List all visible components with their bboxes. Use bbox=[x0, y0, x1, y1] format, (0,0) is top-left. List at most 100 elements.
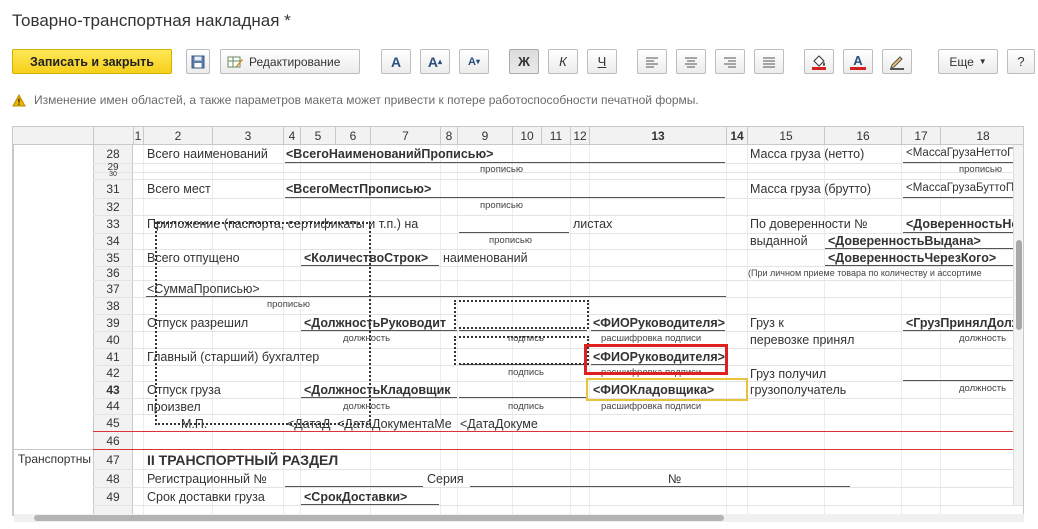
fill-color-button[interactable] bbox=[804, 49, 834, 74]
row-number-44[interactable]: 44 bbox=[93, 399, 133, 413]
row-number-34[interactable]: 34 bbox=[93, 234, 133, 248]
row-number-28[interactable]: 28 bbox=[93, 147, 133, 161]
signature-frame-dotted[interactable] bbox=[155, 222, 371, 425]
cell-r35-items[interactable]: наименований bbox=[443, 251, 528, 265]
align-right-button[interactable] bbox=[715, 49, 745, 74]
col-header-9[interactable]: 9 bbox=[458, 129, 512, 143]
vertical-scroll-thumb[interactable] bbox=[1016, 240, 1022, 330]
cell-r31-param[interactable]: <ВсегоМестПрописью> bbox=[286, 182, 431, 196]
cell-r47-section[interactable]: II ТРАНСПОРТНЫЙ РАЗДЕЛ bbox=[147, 452, 338, 468]
col-header-16[interactable]: 16 bbox=[825, 129, 901, 143]
cell-r45-date3[interactable]: <ДатаДокуме bbox=[460, 417, 538, 431]
underline-button[interactable]: Ч bbox=[587, 49, 617, 74]
col-header-12[interactable]: 12 bbox=[571, 129, 589, 143]
cell-r31-mass[interactable]: Масса груза (брутто) bbox=[750, 182, 871, 196]
col-header-17[interactable]: 17 bbox=[902, 129, 940, 143]
col-header-18[interactable]: 18 bbox=[941, 129, 1023, 143]
cell-r35-via-param[interactable]: <ДоверенностьЧерезКого> bbox=[828, 251, 996, 265]
col-header-7[interactable]: 7 bbox=[371, 129, 440, 143]
help-button[interactable]: ? bbox=[1007, 49, 1035, 74]
cell-r31-label[interactable]: Всего мест bbox=[147, 182, 211, 196]
cell-r28-param[interactable]: <ВсегоНаименованийПрописью> bbox=[286, 147, 493, 161]
font-button[interactable]: A bbox=[381, 49, 411, 74]
row-number-35[interactable]: 35 bbox=[93, 251, 133, 265]
cell-r39-fio[interactable]: <ФИОРуководителя> bbox=[593, 316, 725, 330]
col-header-15[interactable]: 15 bbox=[748, 129, 824, 143]
col-header-6[interactable]: 6 bbox=[336, 129, 370, 143]
cell-r39-cargo-param[interactable]: <ГрузПринялДолж bbox=[906, 316, 1021, 330]
cell-r28-mass[interactable]: Масса груза (нетто) bbox=[750, 147, 864, 161]
cell-r28-mass-param[interactable]: <МассаГрузаНеттоП bbox=[906, 147, 1015, 159]
col-header-10[interactable]: 10 bbox=[513, 129, 541, 143]
row-number-36[interactable]: 36 bbox=[93, 266, 133, 280]
row-number-33[interactable]: 33 bbox=[93, 217, 133, 231]
col-header-2[interactable]: 2 bbox=[144, 129, 212, 143]
row-number-42[interactable]: 42 bbox=[93, 366, 133, 380]
row-number-48[interactable]: 48 bbox=[93, 472, 133, 486]
row-number-41[interactable]: 41 bbox=[93, 350, 133, 364]
col-header-3[interactable]: 3 bbox=[213, 129, 283, 143]
cell-r43-pos[interactable]: должность bbox=[959, 383, 1006, 394]
cell-r49-param[interactable]: <СрокДоставки> bbox=[304, 490, 407, 504]
horizontal-scrollbar[interactable] bbox=[14, 514, 1024, 522]
horizontal-scroll-thumb[interactable] bbox=[34, 515, 724, 521]
sign-frame-accountant[interactable] bbox=[454, 336, 589, 365]
row-number-45[interactable]: 45 bbox=[93, 416, 133, 430]
row-number-30[interactable]: 30 bbox=[93, 171, 133, 178]
cell-r29-hint2[interactable]: прописью bbox=[959, 164, 1002, 175]
row-number-39[interactable]: 39 bbox=[93, 316, 133, 330]
align-center-button[interactable] bbox=[676, 49, 706, 74]
selected-cell-highlight[interactable] bbox=[584, 344, 728, 375]
cell-r40-pos2[interactable]: должность bbox=[959, 333, 1006, 344]
text-color-button[interactable]: A bbox=[843, 49, 873, 74]
cell-r48-reg[interactable]: Регистрационный № bbox=[147, 472, 267, 486]
cell-r31-mass-param[interactable]: <МассаГрузаБуттоПр bbox=[906, 182, 1021, 194]
border-pen-button[interactable] bbox=[882, 49, 912, 74]
cell-r42-received[interactable]: Груз получил bbox=[750, 367, 826, 381]
cell-r34-issued[interactable]: выданной bbox=[750, 234, 808, 248]
cell-r49-delivery[interactable]: Срок доставки груза bbox=[147, 490, 265, 504]
cell-r40-accepted[interactable]: перевозке принял bbox=[750, 333, 854, 347]
cell-r33-proxy[interactable]: По доверенности № bbox=[750, 217, 868, 231]
col-header-4[interactable]: 4 bbox=[284, 129, 300, 143]
cell-r44-sign[interactable]: подпись bbox=[508, 401, 544, 412]
area-label-transport[interactable]: Транспортны bbox=[18, 452, 91, 466]
row-number-32[interactable]: 32 bbox=[93, 200, 133, 214]
cell-r28-label[interactable]: Всего наименований bbox=[147, 147, 268, 161]
cell-r42-sign[interactable]: подпись bbox=[508, 367, 544, 378]
spreadsheet-layout[interactable]: 1 2 3 4 5 6 7 8 9 10 11 12 13 14 15 16 1… bbox=[12, 126, 1024, 516]
save-and-close-button[interactable]: Записать и закрыть bbox=[12, 49, 172, 74]
row-number-47[interactable]: 47 bbox=[93, 453, 133, 467]
cell-r33-sheets[interactable]: листах bbox=[573, 217, 612, 231]
cell-r48-series[interactable]: Серия bbox=[427, 472, 464, 486]
col-header-14[interactable]: 14 bbox=[727, 129, 747, 143]
col-header-11[interactable]: 11 bbox=[542, 129, 570, 143]
row-number-40[interactable]: 40 bbox=[93, 333, 133, 347]
col-header-1[interactable]: 1 bbox=[133, 129, 143, 143]
font-increase-button[interactable]: A ▴ bbox=[420, 49, 450, 74]
align-justify-button[interactable] bbox=[754, 49, 784, 74]
italic-button[interactable]: К bbox=[548, 49, 578, 74]
sign-frame-director[interactable] bbox=[454, 300, 589, 329]
cell-r40-decode[interactable]: расшифровка подписи bbox=[601, 333, 701, 344]
row-number-43[interactable]: 43 bbox=[93, 383, 133, 397]
col-header-8[interactable]: 8 bbox=[441, 129, 457, 143]
row-number-37[interactable]: 37 bbox=[93, 282, 133, 296]
cell-r34-issued-param[interactable]: <ДоверенностьВыдана> bbox=[828, 234, 981, 248]
cell-r48-num[interactable]: № bbox=[668, 472, 681, 486]
vertical-scrollbar[interactable] bbox=[1013, 145, 1023, 505]
col-header-5[interactable]: 5 bbox=[301, 129, 335, 143]
row-number-31[interactable]: 31 bbox=[93, 182, 133, 196]
cell-r36-note[interactable]: (При личном приеме товара по количеству … bbox=[748, 268, 982, 278]
cell-r34-hint[interactable]: прописью bbox=[489, 235, 532, 246]
font-decrease-button[interactable]: A ▾ bbox=[459, 49, 489, 74]
current-cell-highlight[interactable] bbox=[586, 378, 748, 401]
cell-r29-hint[interactable]: прописью bbox=[480, 164, 523, 175]
cell-r33-proxy-param[interactable]: <ДоверенностьНо bbox=[906, 217, 1019, 231]
edit-mode-button[interactable]: Редактирование bbox=[220, 49, 360, 74]
cell-r32-hint[interactable]: прописью bbox=[480, 200, 523, 211]
cell-r44-decode[interactable]: расшифровка подписи bbox=[601, 401, 701, 412]
save-button[interactable] bbox=[186, 49, 210, 74]
row-number-46[interactable]: 46 bbox=[93, 434, 133, 448]
row-number-49[interactable]: 49 bbox=[93, 490, 133, 504]
